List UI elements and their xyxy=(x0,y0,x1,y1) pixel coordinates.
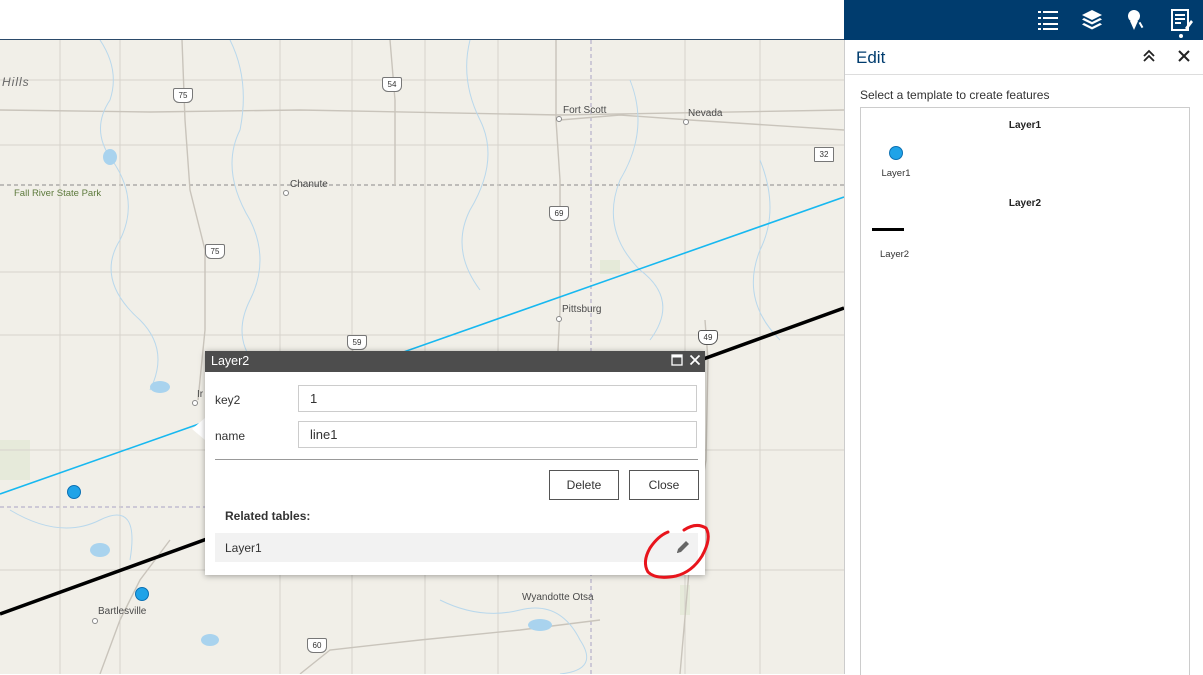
template-label: Layer2 xyxy=(880,249,910,260)
highway-shield: 59 xyxy=(347,335,367,350)
point-symbol-icon xyxy=(889,146,903,160)
close-icon[interactable] xyxy=(1176,49,1192,65)
template-label: Layer1 xyxy=(881,168,911,179)
template-group-title: Layer2 xyxy=(1008,198,1042,209)
highway-shield: 75 xyxy=(205,244,225,259)
list-icon[interactable] xyxy=(1036,8,1060,32)
edit-panel: Edit Select a template to create feature… xyxy=(844,40,1203,675)
close-button[interactable]: Close xyxy=(629,470,699,500)
template-layer2[interactable]: Layer2 xyxy=(869,228,919,260)
field-label-name: name xyxy=(215,429,246,443)
map-label-park: Fall River State Park xyxy=(14,188,102,199)
line-symbol-icon xyxy=(872,228,904,231)
related-table-label: Layer1 xyxy=(225,541,262,555)
highway-shield: 69 xyxy=(549,206,569,221)
key2-input[interactable] xyxy=(298,385,697,412)
draw-icon[interactable] xyxy=(1124,8,1148,32)
template-group-title: Layer1 xyxy=(1008,120,1042,131)
highway-shield: 54 xyxy=(382,77,402,92)
name-input[interactable] xyxy=(298,421,697,448)
popup-title: Layer2 xyxy=(211,354,250,368)
panel-header: Edit xyxy=(845,40,1203,75)
highway-shield: 75 xyxy=(173,88,193,103)
top-bar xyxy=(0,0,844,40)
divider xyxy=(215,459,698,460)
active-indicator xyxy=(1179,34,1183,38)
maximize-icon[interactable] xyxy=(670,354,684,368)
template-hint: Select a template to create features xyxy=(860,88,1050,102)
close-icon[interactable] xyxy=(688,354,702,368)
app-header-bar xyxy=(844,0,1203,40)
related-tables-heading: Related tables: xyxy=(225,509,311,523)
layers-icon[interactable] xyxy=(1080,8,1104,32)
highway-shield: 60 xyxy=(307,638,327,653)
map-label-wyandotte: Wyandotte Otsa xyxy=(522,592,594,603)
template-layer1[interactable]: Layer1 xyxy=(871,146,921,179)
map-label-nevada: Nevada xyxy=(688,108,723,119)
highway-shield: 32 xyxy=(814,147,834,162)
interstate-shield: 49 xyxy=(698,330,718,345)
field-label-key2: key2 xyxy=(215,393,241,407)
map-label-chanute: Chanute xyxy=(290,179,328,190)
popup-pointer xyxy=(192,418,205,440)
map-label-pittsburg: Pittsburg xyxy=(562,304,602,315)
edit-icon[interactable] xyxy=(1169,8,1193,32)
panel-title: Edit xyxy=(856,48,886,67)
map-label-fort-scott: Fort Scott xyxy=(563,105,607,116)
red-annotation-circle xyxy=(643,523,710,579)
collapse-icon[interactable] xyxy=(1141,49,1157,65)
map-label-partial-city: Ir xyxy=(197,389,204,400)
layer1-point-feature[interactable] xyxy=(135,587,149,601)
delete-button[interactable]: Delete xyxy=(549,470,619,500)
layer1-point-feature[interactable] xyxy=(67,485,81,499)
popup-header: Layer2 xyxy=(205,351,705,372)
template-picker: Layer1 Layer1 Layer2 Layer2 xyxy=(860,107,1190,675)
feature-popup: Layer2 key2 name Delete Close Related ta… xyxy=(205,351,705,575)
related-table-row[interactable]: Layer1 xyxy=(215,533,698,562)
map-label-bartlesville: Bartlesville xyxy=(98,606,147,617)
map-label-region: Hills xyxy=(2,75,30,89)
